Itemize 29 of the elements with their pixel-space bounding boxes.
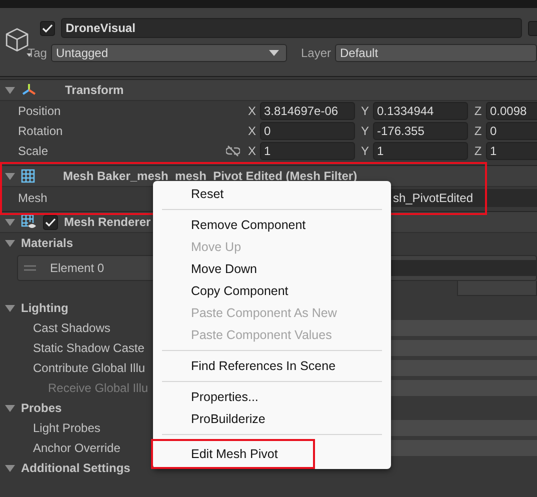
tag-label: Tag [28, 46, 47, 60]
property-label: Contribute Global Illu [33, 361, 146, 375]
section-title: Lighting [21, 301, 68, 315]
axis-label: X [246, 104, 257, 118]
axis-label: Y [360, 124, 370, 138]
axis-label: Z [473, 144, 483, 158]
axis-label: Y [360, 144, 370, 158]
property-label: Receive Global Illu [48, 381, 148, 395]
axis-label: X [246, 144, 257, 158]
component-title: Transform [64, 83, 124, 97]
axis-label: Y [360, 104, 370, 118]
axis-label: X [246, 124, 257, 138]
element-label: Element 0 [50, 261, 104, 275]
property-label: Mesh [18, 191, 48, 205]
axis-label: Z [473, 124, 483, 138]
property-label: Scale [18, 144, 48, 158]
section-title: Additional Settings [21, 461, 130, 475]
component-title: Mesh Baker_mesh_mesh_Pivot Edited (Mesh Filter) [62, 169, 358, 183]
property-label: Static Shadow Caste [33, 341, 144, 355]
section-title: Probes [21, 401, 62, 415]
property-label: Anchor Override [33, 441, 120, 455]
property-label: Light Probes [33, 421, 100, 435]
component-title: Mesh Renderer [64, 215, 151, 229]
property-label: Position [18, 104, 61, 118]
section-title: Materials [21, 236, 74, 250]
property-label: Cast Shadows [33, 321, 110, 335]
axis-label: Z [473, 104, 483, 118]
layer-label: Layer [300, 46, 331, 60]
property-label: Rotation [18, 124, 63, 138]
